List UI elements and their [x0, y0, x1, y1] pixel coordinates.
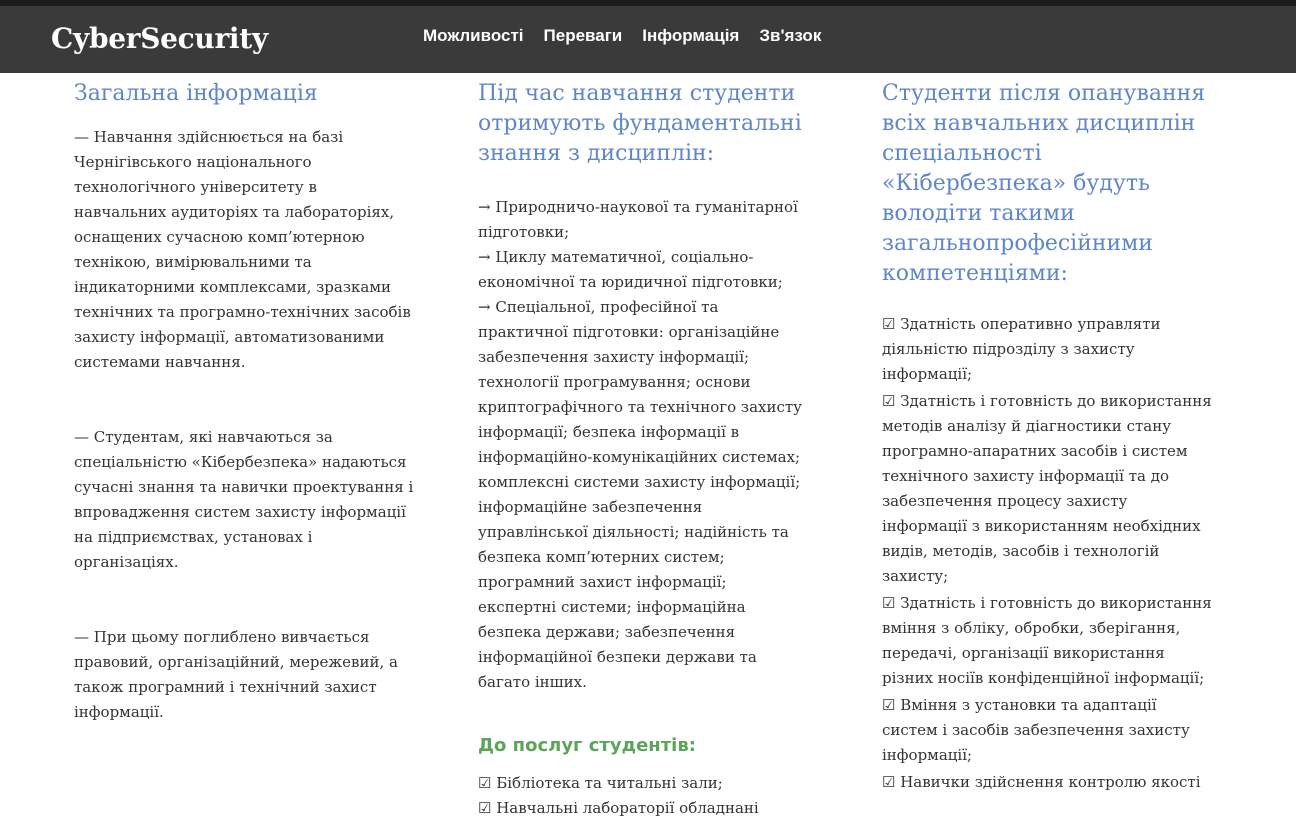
general-info-paragraph: — Навчання здійснюється на базі Чернігів…: [74, 128, 411, 371]
general-info-column: Загальна інформація — Навчання здійснюєт…: [74, 79, 414, 775]
disciplines-column: Під час навчання студенти отримують фунд…: [478, 79, 808, 821]
nav-link-features[interactable]: Можливості: [423, 26, 524, 46]
service-item: ☑ Навчальні лабораторії обладнані: [478, 799, 759, 817]
nav-item-features: Можливості: [423, 26, 524, 46]
discipline-item: → Природничо-наукової та гуманітарної пі…: [478, 198, 798, 241]
nav-item-advantages: Переваги: [544, 26, 623, 46]
discipline-item: → Циклу математичної, соціально-економіч…: [478, 248, 783, 291]
competency-item: ☑ Вміння з установки та адаптації систем…: [882, 696, 1190, 764]
competencies-title: Студенти після опанування всіх навчальни…: [882, 81, 1206, 286]
discipline-item: → Спеціальної, професійної та практичної…: [478, 298, 802, 691]
disciplines-title: Під час навчання студенти отримують фунд…: [478, 81, 802, 166]
services-title: До послуг студентів:: [478, 735, 696, 756]
nav-item-information: Інформація: [642, 26, 739, 46]
brand-logo[interactable]: CyberSecurity: [51, 22, 268, 55]
nav-menu: Можливості Переваги Інформація Зв'язок: [423, 26, 821, 46]
competency-item: ☑ Навички здійснення контролю якості: [882, 773, 1201, 791]
competency-item: ☑ Здатність і готовність до використання…: [882, 594, 1212, 687]
nav-link-advantages[interactable]: Переваги: [544, 26, 623, 46]
disciplines-list: → Природничо-наукової та гуманітарної пі…: [478, 195, 808, 695]
general-info-paragraph: — При цьому поглиблено вивчається правов…: [74, 628, 398, 721]
general-info-paragraph: — Студентам, які навчаються за спеціальн…: [74, 428, 414, 571]
navbar: CyberSecurity Можливості Переваги Інформ…: [0, 6, 1296, 73]
competency-item: ☑ Здатність оперативно управляти діяльні…: [882, 315, 1161, 383]
competencies-list: ☑ Здатність оперативно управляти діяльні…: [882, 312, 1212, 795]
nav-link-information[interactable]: Інформація: [642, 26, 739, 46]
nav-link-contact[interactable]: Зв'язок: [759, 26, 821, 46]
general-info-title: Загальна інформація: [74, 81, 318, 106]
nav-item-contact: Зв'язок: [759, 26, 821, 46]
competency-item: ☑ Здатність і готовність до використання…: [882, 392, 1212, 585]
services-list: ☑ Бібліотека та читальні зали; ☑ Навчаль…: [478, 771, 808, 821]
service-item: ☑ Бібліотека та читальні зали;: [478, 774, 723, 792]
competencies-column: Студенти після опанування всіх навчальни…: [882, 79, 1212, 797]
